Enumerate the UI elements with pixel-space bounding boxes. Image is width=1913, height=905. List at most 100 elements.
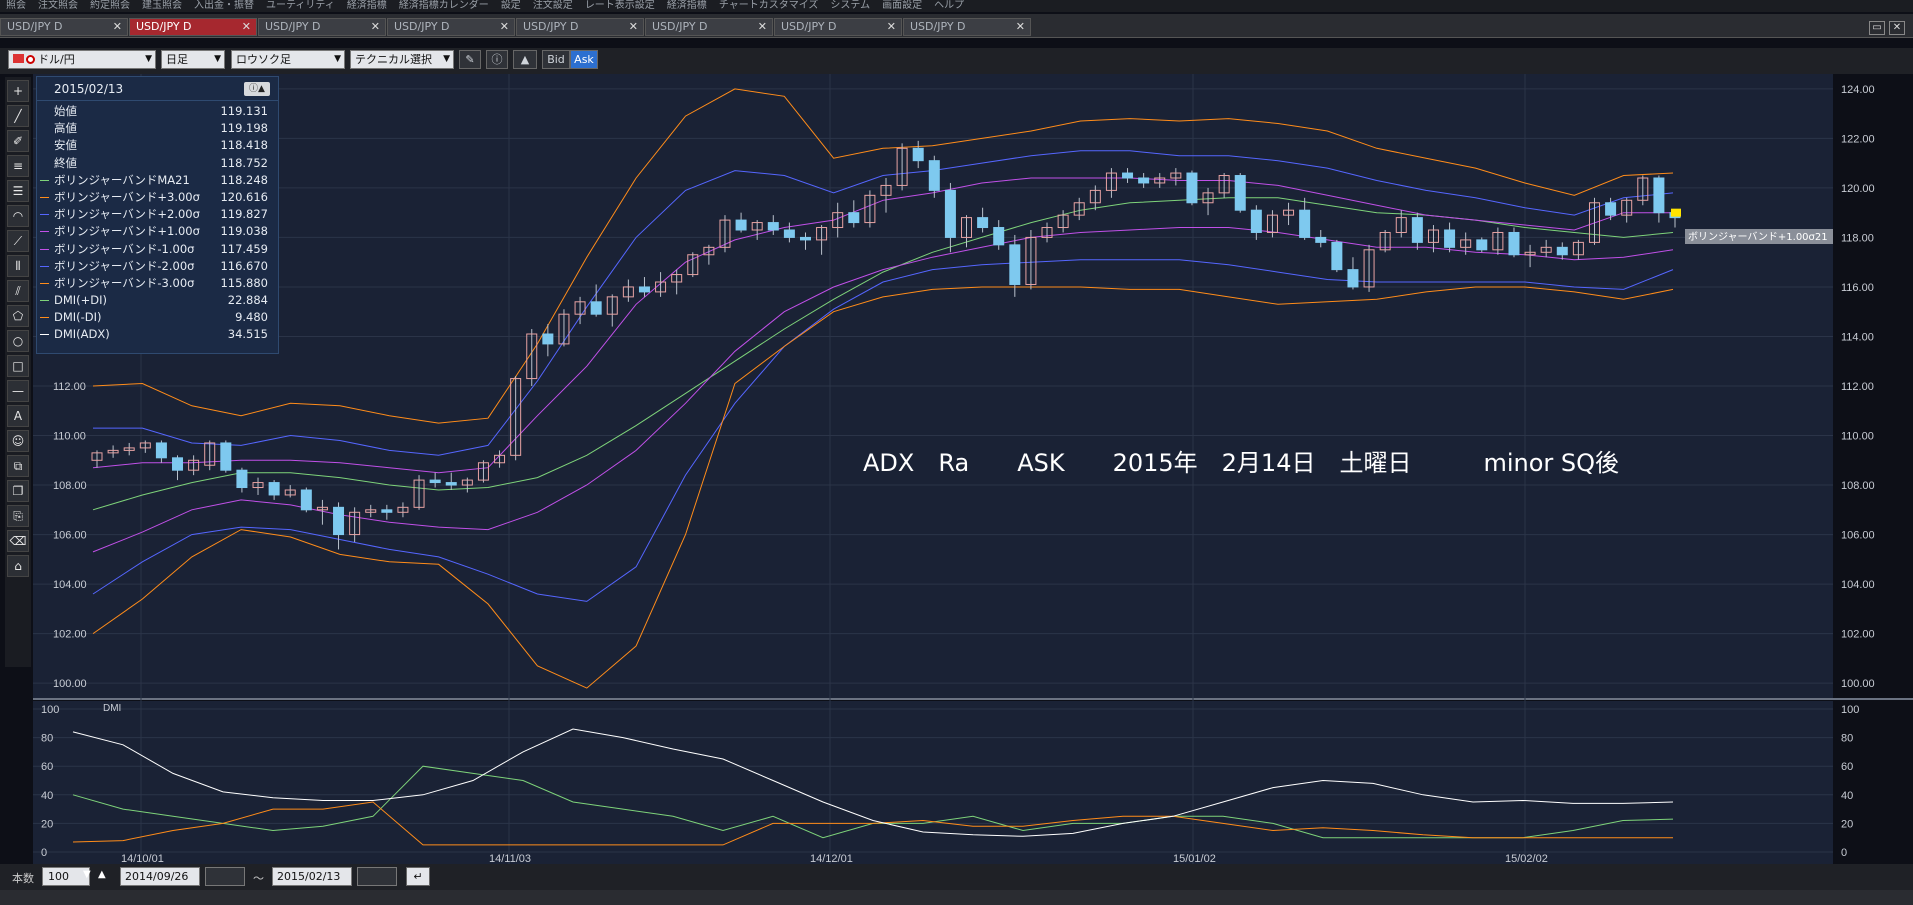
menu-item[interactable]: 入出金・振替 xyxy=(194,0,254,11)
info-value: 119.827 xyxy=(220,207,268,222)
pentagon-icon[interactable]: ⬠ xyxy=(7,305,29,327)
end-date-field[interactable]: 2015/02/13 xyxy=(272,867,352,886)
chart-area[interactable]: 124.00 122.00 120.00 118.00 116.00 114.00 112.… xyxy=(33,74,1913,865)
menu-item[interactable]: チャートカスタマイズ xyxy=(719,0,819,11)
multi-lines-icon[interactable]: ☰ xyxy=(7,180,29,202)
vertical-lines-icon[interactable]: ⦀ xyxy=(7,255,29,277)
menu-item[interactable]: レート表示設定 xyxy=(585,0,655,11)
start-date-field[interactable]: 2014/09/26 xyxy=(120,867,200,886)
menu-item[interactable]: ヘルプ xyxy=(934,0,964,11)
menu-item[interactable]: 注文照会 xyxy=(38,0,78,11)
tab-label: USD/JPY D xyxy=(652,20,708,33)
pen-button[interactable]: ✎ xyxy=(459,50,481,69)
start-time-field[interactable] xyxy=(205,867,245,886)
series-color-swatch xyxy=(40,231,49,233)
tab-chart[interactable]: USD/JPY D ✕ xyxy=(258,18,386,36)
ask-button[interactable]: Ask xyxy=(570,50,598,69)
count-down-icon[interactable]: ▼ xyxy=(83,869,91,880)
rectangle-icon[interactable]: □ xyxy=(7,355,29,377)
candle-body xyxy=(1009,244,1021,285)
flag-jp-icon xyxy=(26,55,35,64)
pen-icon: ✎ xyxy=(465,53,475,66)
candle-body xyxy=(155,442,167,459)
close-tab-icon[interactable]: ✕ xyxy=(500,19,509,35)
menu-item[interactable]: 建玉照会 xyxy=(142,0,182,11)
technical-select[interactable]: テクニカル選択 ▼ xyxy=(350,50,454,69)
close-tab-icon[interactable]: ✕ xyxy=(242,19,251,35)
bid-button[interactable]: Bid xyxy=(542,50,570,69)
menu-item[interactable]: ユーティリティ xyxy=(266,0,335,11)
info-toggle-button[interactable]: ⓘ▲ xyxy=(244,82,270,96)
tab-label: USD/JPY D xyxy=(781,20,837,33)
arc-icon[interactable]: ◠ xyxy=(7,205,29,227)
period-select[interactable]: 日足 ▼ xyxy=(161,50,225,69)
info-value: 118.418 xyxy=(220,138,268,153)
emoji-icon[interactable]: ☺ xyxy=(7,430,29,452)
info-row: DMI(ADX) 34.515 xyxy=(37,326,278,343)
apply-button[interactable]: ↵ xyxy=(406,867,430,886)
channel-icon[interactable]: ⫽ xyxy=(7,280,29,302)
candle-body xyxy=(1299,209,1311,238)
line-icon[interactable]: — xyxy=(7,380,29,402)
copy-icon[interactable]: ⧉ xyxy=(7,455,29,477)
close-tab-icon[interactable]: ✕ xyxy=(1016,19,1025,35)
close-tab-icon[interactable]: ✕ xyxy=(113,19,122,35)
tab-label: USD/JPY D xyxy=(910,20,966,33)
tab-chart[interactable]: USD/JPY D ✕ xyxy=(387,18,515,36)
menu-item[interactable]: 設定 xyxy=(501,0,521,11)
user-annotation-text[interactable]: ADX Ra ASK 2015年 2月14日 土曜日 minor SQ後 xyxy=(863,449,1619,477)
price-tick-right: 116.00 xyxy=(1841,282,1874,294)
trendline-icon[interactable]: ╱ xyxy=(7,105,29,127)
close-tab-icon[interactable]: ✕ xyxy=(887,19,896,35)
text-icon[interactable]: A xyxy=(7,405,29,427)
tag-icon[interactable]: ⌂ xyxy=(7,555,29,577)
price-tick-left: 104.00 xyxy=(53,579,87,591)
candle-body xyxy=(1444,229,1456,248)
close-window-icon[interactable]: ✕ xyxy=(1889,21,1905,35)
end-time-field[interactable] xyxy=(357,867,397,886)
technical-label: テクニカル選択 xyxy=(355,53,432,66)
menu-item[interactable]: 画面設定 xyxy=(882,0,922,11)
tab-chart[interactable]: USD/JPY D ✕ xyxy=(129,18,257,36)
duplicate-icon[interactable]: ⎘ xyxy=(7,505,29,527)
symbol-select[interactable]: ドル/円 ▼ xyxy=(8,50,156,69)
info-value: 115.880 xyxy=(220,275,268,290)
series-color-swatch xyxy=(40,282,49,284)
menu-item[interactable]: 経済指標カレンダー xyxy=(399,0,489,11)
circle-icon[interactable]: ○ xyxy=(7,330,29,352)
info-button[interactable]: ⓘ xyxy=(486,50,508,69)
candle-body xyxy=(333,506,345,536)
close-tab-icon[interactable]: ✕ xyxy=(758,19,767,35)
close-tab-icon[interactable]: ✕ xyxy=(371,19,380,35)
menu-item[interactable]: 経済指標 xyxy=(347,0,387,11)
horizontal-lines-icon[interactable]: ≡ xyxy=(7,155,29,177)
ruler-icon[interactable]: ✐ xyxy=(7,130,29,152)
layers-icon[interactable]: ❐ xyxy=(7,480,29,502)
tab-chart[interactable]: USD/JPY D ✕ xyxy=(645,18,773,36)
tab-chart[interactable]: USD/JPY D ✕ xyxy=(0,18,128,36)
info-value: 22.884 xyxy=(227,293,268,308)
x-tick-label: 14/10/01 xyxy=(121,853,164,864)
info-row: DMI(-DI) 9.480 xyxy=(37,309,278,326)
x-tick-label: 15/02/02 xyxy=(1505,853,1548,864)
menu-item[interactable]: 照会 xyxy=(6,0,26,11)
eraser-icon[interactable]: ⌫ xyxy=(7,530,29,552)
close-tab-icon[interactable]: ✕ xyxy=(629,19,638,35)
info-row: 高値 119.198 xyxy=(37,120,278,137)
menu-item[interactable]: システム xyxy=(830,0,870,11)
tab-chart[interactable]: USD/JPY D ✕ xyxy=(774,18,902,36)
menu-item[interactable]: 経済指標 xyxy=(667,0,707,11)
tab-chart[interactable]: USD/JPY D ✕ xyxy=(903,18,1031,36)
menu-item[interactable]: 注文設定 xyxy=(533,0,573,11)
crosshair-icon[interactable]: + xyxy=(7,80,29,102)
menu-item[interactable]: 約定照会 xyxy=(90,0,130,11)
candle-body xyxy=(944,189,956,238)
tab-chart[interactable]: USD/JPY D ✕ xyxy=(516,18,644,36)
fan-icon[interactable]: ⟋ xyxy=(7,230,29,252)
chart-type-select[interactable]: ロウソク足 ▼ xyxy=(231,50,345,69)
chart-style-button[interactable]: ▲ xyxy=(513,50,537,69)
price-tick-right: 122.00 xyxy=(1841,133,1875,145)
count-up-icon[interactable]: ▲ xyxy=(98,869,106,880)
candle-body xyxy=(429,479,441,484)
restore-icon[interactable]: ▭ xyxy=(1869,21,1885,35)
